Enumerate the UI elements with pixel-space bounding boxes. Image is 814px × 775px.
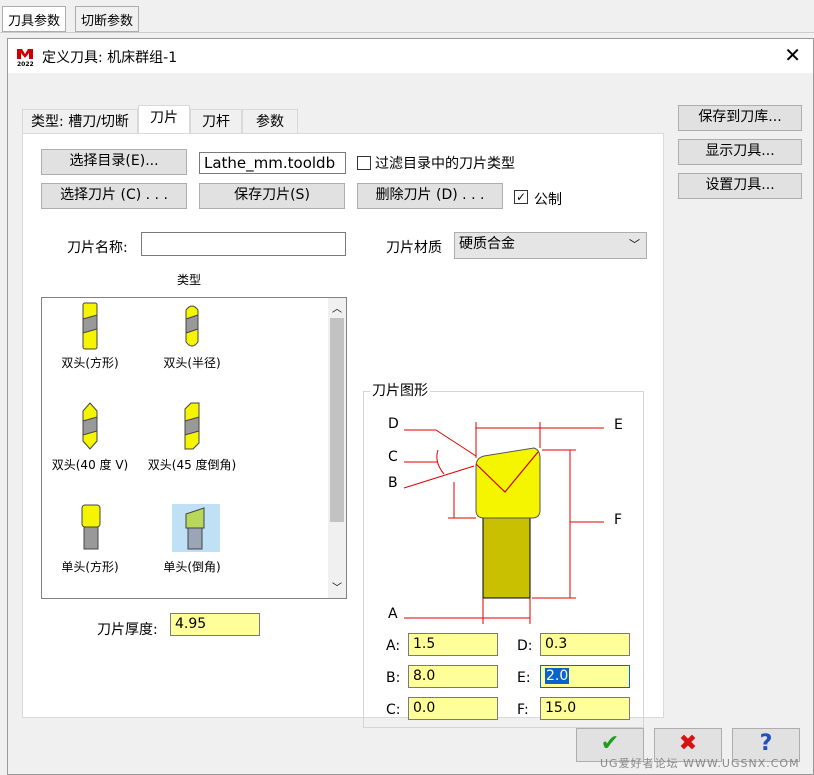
background-tab-cutoff-params[interactable]: 切断参数 [75, 6, 140, 32]
list-item[interactable]: 双头(方形) [45, 354, 135, 371]
single-chamfer-insert-icon [184, 506, 206, 550]
material-select[interactable]: 硬质合金 ﹀ [454, 232, 647, 259]
param-c-label: C: [386, 702, 401, 718]
filter-label: 过滤目录中的刀片类型 [375, 156, 515, 172]
tab-type[interactable]: 类型: 槽刀/切断 [22, 109, 138, 135]
material-label: 刀片材质 [386, 240, 442, 256]
title-bar: 2022 定义刀具: 机床群组-1 ✕ [8, 39, 813, 73]
setup-tool-button[interactable]: 设置刀具... [678, 173, 802, 199]
app-logo-icon: 2022 [16, 47, 34, 68]
tab-holder[interactable]: 刀杆 [190, 109, 242, 135]
diagram-label-a: A [388, 606, 398, 622]
d-line [435, 429, 477, 457]
param-e-input[interactable]: 2.0 [540, 665, 630, 688]
list-item[interactable]: 单头(倒角) [147, 558, 237, 575]
metric-label: 公制 [534, 192, 562, 208]
show-tool-button[interactable]: 显示刀具... [678, 139, 802, 165]
list-item[interactable]: 双头(半径) [147, 354, 237, 371]
save-to-library-button[interactable]: 保存到刀库... [678, 105, 802, 131]
delete-insert-button[interactable]: 删除刀片 (D) . . . [357, 183, 503, 209]
scroll-thumb[interactable] [330, 318, 344, 522]
chevron-down-icon: ﹀ [629, 238, 640, 251]
param-b-label: B: [386, 670, 401, 686]
diagram-label-f: F [614, 512, 623, 528]
logo-year: 2022 [17, 61, 34, 67]
list-item[interactable]: 双头(40 度 V) [45, 456, 135, 473]
list-item[interactable]: 单头(方形) [45, 558, 135, 575]
single-square-insert-icon [80, 504, 102, 550]
tab-insert[interactable]: 刀片 [138, 105, 190, 135]
define-tool-dialog: 2022 定义刀具: 机床群组-1 ✕ 类型: 槽刀/切断 刀片 刀杆 参数 保… [7, 38, 814, 775]
thickness-label: 刀片厚度: [97, 622, 158, 638]
scroll-up-icon[interactable]: ︿ [332, 300, 342, 315]
b-leader [403, 465, 475, 489]
param-f-input[interactable]: 15.0 [540, 697, 630, 720]
param-c-input[interactable]: 0.0 [408, 697, 498, 720]
double-radius-insert-icon [182, 302, 202, 350]
type-label: 类型 [177, 273, 202, 287]
select-insert-button[interactable]: 选择刀片 (C) . . . [41, 183, 187, 209]
background-tab-tool-params[interactable]: 刀具参数 [2, 6, 67, 32]
filter-checkbox[interactable] [357, 156, 371, 170]
background-divider [0, 32, 814, 33]
tab-params[interactable]: 参数 [242, 109, 298, 135]
param-e-label: E: [517, 670, 531, 686]
param-f-label: F: [517, 702, 529, 718]
select-catalog-button[interactable]: 选择目录(E)... [41, 149, 187, 175]
scroll-down-icon[interactable]: ﹀ [332, 579, 342, 594]
param-d-input[interactable]: 0.3 [540, 633, 630, 656]
list-scrollbar[interactable]: ︿ ﹀ [328, 298, 346, 598]
diagram-label-c: C [388, 449, 398, 465]
insert-name-input[interactable] [141, 232, 346, 256]
insert-shape-group: 刀片图形 D E C B F A A: 1.5 B: 8.0 C: 0.0 D:… [363, 380, 644, 728]
insert-diagram [403, 422, 604, 624]
double-square-insert-icon [80, 302, 100, 350]
catalog-file-field[interactable]: Lathe_mm.tooldb [199, 152, 346, 174]
double-chamfer-insert-icon [182, 402, 202, 450]
shank-shape [482, 517, 531, 599]
param-e-selected-text: 2.0 [545, 668, 570, 684]
double-v-insert-icon [80, 402, 100, 450]
insert-name-label: 刀片名称: [67, 240, 128, 256]
save-insert-button[interactable]: 保存刀片(S) [199, 183, 345, 209]
close-button[interactable]: ✕ [784, 43, 801, 67]
param-d-label: D: [517, 638, 533, 654]
diagram-label-d: D [388, 416, 399, 432]
dialog-title: 定义刀具: 机床群组-1 [42, 50, 178, 66]
param-a-input[interactable]: 1.5 [408, 633, 498, 656]
diagram-label-b: B [388, 475, 398, 491]
list-item[interactable]: 双头(45 度倒角) [147, 456, 237, 473]
param-a-label: A: [386, 638, 401, 654]
metric-checkbox[interactable]: ✓ [514, 190, 528, 204]
insert-shape [475, 447, 541, 519]
insert-panel: 选择目录(E)... Lathe_mm.tooldb 过滤目录中的刀片类型 选择… [22, 133, 664, 728]
insert-type-list[interactable]: 双头(方形) 双头(半径) 双头(40 度 V) 双头(45 度倒角) 单头(方… [41, 297, 347, 599]
material-value: 硬质合金 [459, 236, 515, 252]
thickness-input[interactable]: 4.95 [170, 613, 260, 636]
param-b-input[interactable]: 8.0 [408, 665, 498, 688]
watermark: UG爱好者论坛 WWW.UGSNX.COM [600, 757, 800, 770]
diagram-label-e: E [614, 417, 623, 433]
